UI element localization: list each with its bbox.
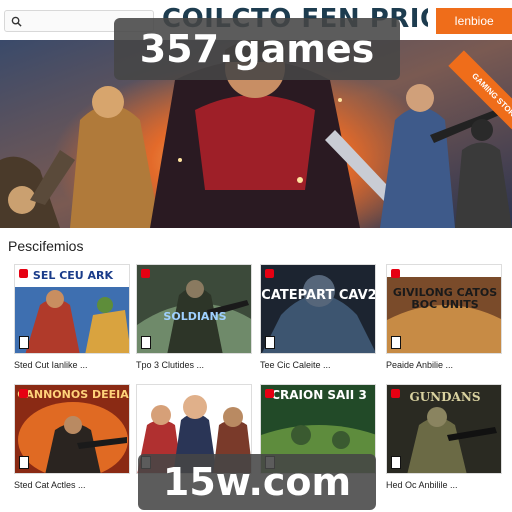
game-cover: GUNDANS xyxy=(386,384,502,474)
search-icon xyxy=(11,16,22,27)
nintendo-switch-badge-icon xyxy=(19,389,28,398)
game-caption: Sted Cut Ianlike ... xyxy=(14,360,88,370)
age-rating-icon xyxy=(391,336,401,349)
game-card[interactable]: CANNONOS DEEIA Sted Cat Actles ... xyxy=(14,384,130,496)
game-card[interactable]: SEL CEU ARK Sted Cut Ianlike ... xyxy=(14,264,130,376)
watermark-overlay-top: 357.games xyxy=(114,18,400,80)
cover-title: GIVILONG CATOS BOC UNITS xyxy=(392,286,498,311)
game-cover: SOLDIANS xyxy=(136,264,252,354)
cover-title: SEL CEU ARK xyxy=(32,269,114,282)
age-rating-icon xyxy=(391,456,401,469)
nintendo-switch-badge-icon xyxy=(141,269,150,278)
cover-title: CANNONOS DEEIA xyxy=(17,388,129,401)
game-caption: Tee Cic Caleite ... xyxy=(260,360,331,370)
game-caption: Peaide Anbilie ... xyxy=(386,360,454,370)
section-title: Pescifemios xyxy=(8,238,84,254)
game-card[interactable]: GIVILONG CATOS BOC UNITS Peaide Anbilie … xyxy=(386,264,502,376)
nintendo-switch-badge-icon xyxy=(265,269,274,278)
game-cover: CANNONOS DEEIA xyxy=(14,384,130,474)
cover-title: SOLDIANS xyxy=(163,310,227,323)
nintendo-switch-badge-icon xyxy=(19,269,28,278)
game-caption: Tpo 3 Clutides ... xyxy=(136,360,205,370)
nintendo-switch-badge-icon xyxy=(391,269,400,278)
game-cover: CATEPART CAV2 xyxy=(260,264,376,354)
game-cover: GIVILONG CATOS BOC UNITS xyxy=(386,264,502,354)
game-caption: Sted Cat Actles ... xyxy=(14,480,86,490)
age-rating-icon xyxy=(265,336,275,349)
game-card[interactable]: GUNDANS Hed Oc Anbilile ... xyxy=(386,384,502,496)
nintendo-switch-badge-icon xyxy=(391,389,400,398)
cover-title: CRAION SAII 3 xyxy=(271,388,367,402)
cover-title: CATEPART CAV2 xyxy=(261,288,376,303)
cover-title: GUNDANS xyxy=(409,390,481,404)
header-button[interactable]: Ienbioe xyxy=(436,8,512,34)
game-caption: Hed Oc Anbilile ... xyxy=(386,480,458,490)
game-card[interactable]: CATEPART CAV2 Tee Cic Caleite ... xyxy=(260,264,376,376)
game-cover: SEL CEU ARK xyxy=(14,264,130,354)
nintendo-switch-badge-icon xyxy=(265,389,274,398)
age-rating-icon xyxy=(141,336,151,349)
game-card[interactable]: SOLDIANS Tpo 3 Clutides ... xyxy=(136,264,252,376)
watermark-overlay-bottom: 15w.com xyxy=(138,454,376,510)
age-rating-icon xyxy=(19,456,29,469)
age-rating-icon xyxy=(19,336,29,349)
